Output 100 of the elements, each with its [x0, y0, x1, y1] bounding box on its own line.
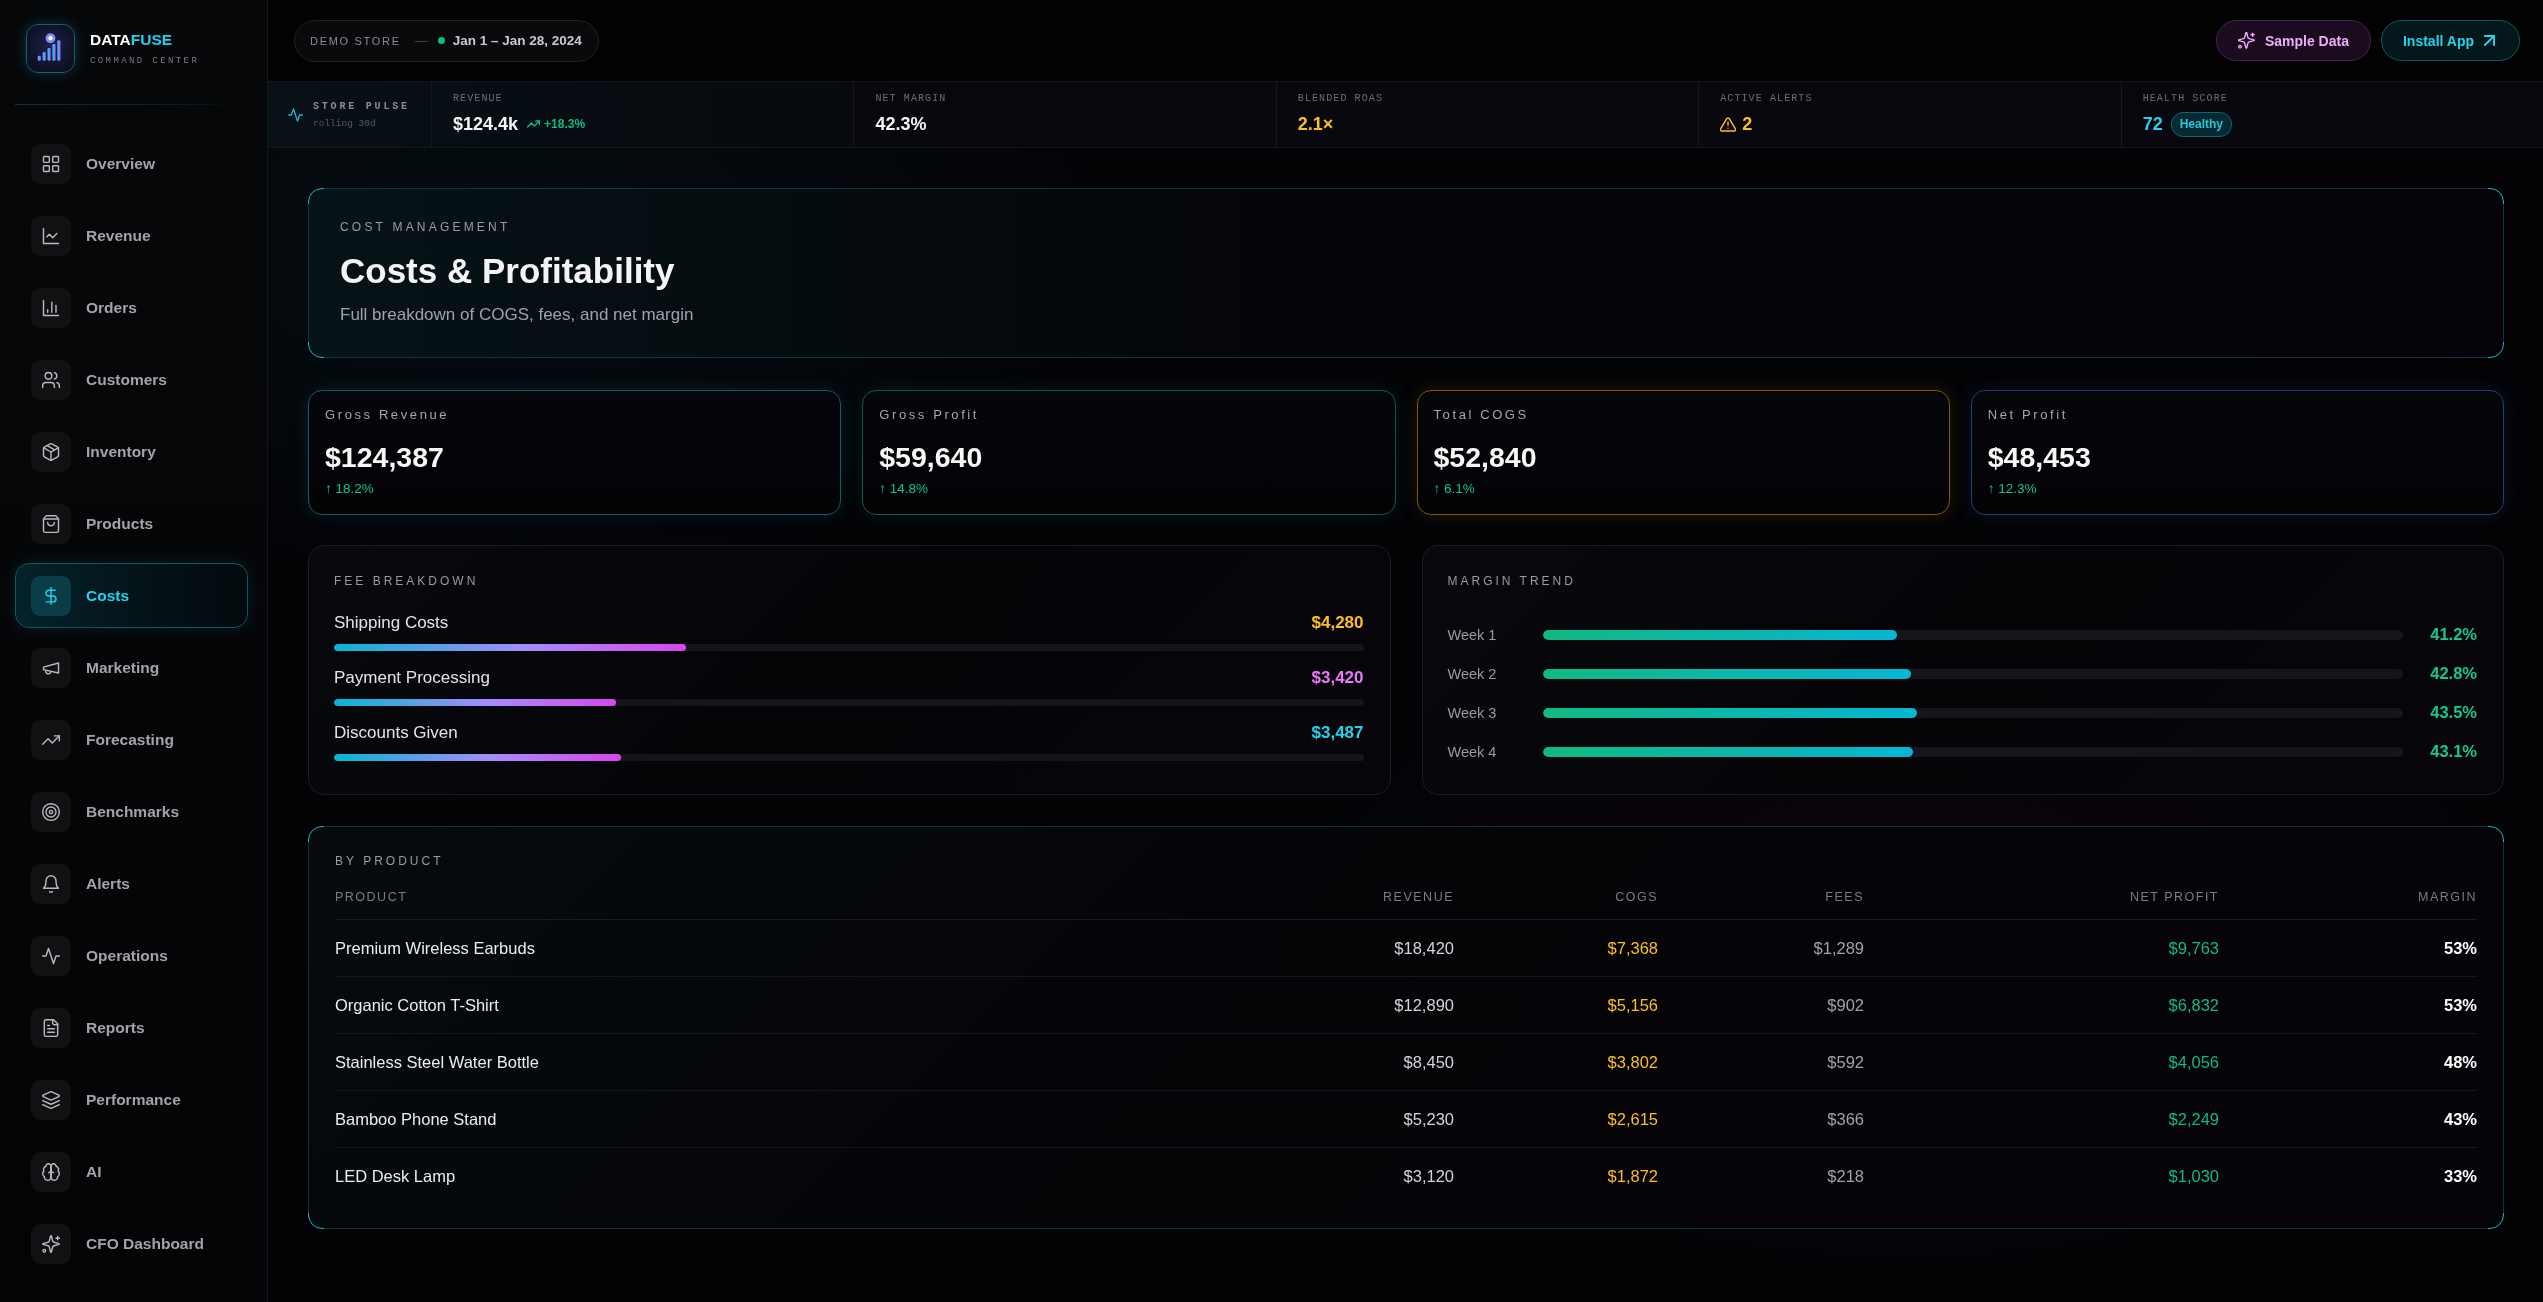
table-cell-text: 43%: [2442, 1109, 2477, 1129]
kpi-label: Gross Profit: [879, 407, 981, 423]
table-cell-text: $592: [1826, 1052, 1864, 1072]
brain-icon: [31, 1151, 71, 1192]
install-app-button[interactable]: Install App: [2380, 20, 2520, 61]
trend-up-icon: [31, 719, 71, 760]
table-cell-text: $9,763: [2167, 938, 2219, 958]
nav-item[interactable]: Performance: [15, 1067, 248, 1132]
week-label: Week 1: [1447, 626, 1498, 643]
panel-title: MARGIN TREND: [1447, 574, 1577, 588]
fee-label: Shipping Costs: [334, 613, 449, 633]
nav-item[interactable]: Alerts: [15, 851, 248, 916]
table-cell-text: $1,872: [1606, 1166, 1658, 1186]
megaphone-icon: [31, 647, 71, 688]
bar-chart-icon: [31, 287, 71, 328]
metric-label: HEALTH SCORE: [2142, 93, 2229, 105]
box-icon: [31, 431, 71, 472]
kpi-label: Gross Revenue: [325, 407, 451, 423]
kpi-value: $124,387: [325, 440, 445, 474]
margin-value: 41.2%: [2429, 625, 2477, 644]
metric-label: BLENDED ROAS: [1297, 93, 1385, 105]
kpi-delta: ↑ 6.1%: [1433, 481, 1476, 497]
table-cell-text: $2,249: [2167, 1109, 2219, 1129]
nav-item[interactable]: Orders: [15, 275, 248, 340]
logo-icon: [26, 24, 75, 73]
table-cell-text: $3,802: [1606, 1052, 1658, 1072]
kpi-delta: ↑ 14.8%: [879, 481, 930, 497]
nav-item[interactable]: Marketing: [15, 635, 248, 700]
column-header: PRODUCT: [335, 889, 409, 904]
column-header: NET PROFIT: [2128, 889, 2219, 904]
nav-item[interactable]: CFO Dashboard: [15, 1211, 248, 1276]
margin-value: 43.1%: [2429, 742, 2477, 761]
table-cell-text: $5,156: [1606, 995, 1658, 1015]
store-name: DEMO STORE: [310, 34, 401, 47]
metric-label: ACTIVE ALERTS: [1720, 93, 1814, 105]
grid-icon: [31, 143, 71, 184]
nav-item[interactable]: Overview: [15, 131, 248, 196]
metric-value: 2.1×: [1297, 113, 1334, 135]
fee-label: Payment Processing: [334, 668, 490, 688]
column-header: MARGIN: [2417, 889, 2477, 904]
pulse-subtitle: rolling 30d: [313, 117, 377, 129]
section-eyebrow: COST MANAGEMENT: [340, 220, 512, 234]
nav-item[interactable]: AI: [15, 1139, 248, 1204]
brand-tagline: COMMAND CENTER: [90, 56, 200, 67]
table-cell-text: $1,289: [1812, 938, 1864, 958]
nav-item[interactable]: Costs: [15, 563, 248, 628]
table-cell-text: 53%: [2442, 938, 2477, 958]
arrow-up-right-icon: [2484, 35, 2495, 46]
nav-item[interactable]: Operations: [15, 923, 248, 988]
metric-label: NET MARGIN: [875, 93, 948, 105]
week-label: Week 3: [1447, 704, 1498, 721]
target-icon: [31, 791, 71, 832]
table-cell-text: $366: [1826, 1109, 1864, 1129]
nav-item[interactable]: Customers: [15, 347, 248, 412]
table-cell-text: Premium Wireless Earbuds: [335, 938, 536, 958]
users-icon: [31, 359, 71, 400]
panel-title: FEE BREAKDOWN: [334, 574, 480, 588]
fee-label: Discounts Given: [334, 723, 458, 743]
table-cell-text: $218: [1826, 1166, 1864, 1186]
fee-amount: $4,280: [1311, 613, 1364, 633]
pulse-icon: [288, 107, 303, 122]
table-cell-text: $6,832: [2167, 995, 2219, 1015]
page-title: Costs & Profitability: [340, 250, 676, 292]
table-cell-text: $902: [1826, 995, 1864, 1015]
line-chart-icon: [31, 215, 71, 256]
status-dot-icon: [437, 37, 445, 44]
sample-data-button[interactable]: Sample Data: [2215, 20, 2371, 61]
document-icon: [31, 1007, 71, 1048]
nav-item[interactable]: Revenue: [15, 203, 248, 268]
dash-separator: —: [414, 33, 428, 48]
nav-item[interactable]: Products: [15, 491, 248, 556]
sparkle-icon: [31, 1223, 71, 1264]
kpi-value: $52,840: [1433, 440, 1538, 474]
layers-icon: [31, 1079, 71, 1120]
table-cell-text: $1,030: [2167, 1166, 2219, 1186]
nav-item[interactable]: Reports: [15, 995, 248, 1060]
margin-value: 42.8%: [2429, 664, 2477, 683]
margin-value: 43.5%: [2429, 703, 2477, 722]
metric-value: 42.3%: [875, 113, 927, 135]
bell-icon: [31, 863, 71, 904]
table-cell-text: $7,368: [1606, 938, 1658, 958]
kpi-delta: ↑ 18.2%: [325, 481, 375, 497]
kpi-value: $59,640: [879, 440, 984, 474]
nav-item[interactable]: Inventory: [15, 419, 248, 484]
kpi-label: Total COGS: [1433, 407, 1530, 423]
column-header: REVENUE: [1382, 889, 1454, 904]
fee-amount: $3,420: [1311, 668, 1364, 688]
sparkle-icon: [2237, 32, 2255, 49]
table-cell-text: Stainless Steel Water Bottle: [335, 1052, 540, 1072]
week-label: Week 4: [1447, 743, 1498, 760]
brand-name: DATAFUSE: [90, 30, 174, 49]
pulse-icon: [31, 935, 71, 976]
table-cell-text: 53%: [2442, 995, 2477, 1015]
table-cell-text: 33%: [2442, 1166, 2477, 1186]
table-cell-text: $8,450: [1402, 1052, 1454, 1072]
fee-amount: $3,487: [1311, 723, 1364, 743]
trend-up-icon: [527, 120, 541, 128]
nav-item[interactable]: Forecasting: [15, 707, 248, 772]
nav-item[interactable]: Benchmarks: [15, 779, 248, 844]
warning-icon: [1720, 116, 1737, 132]
